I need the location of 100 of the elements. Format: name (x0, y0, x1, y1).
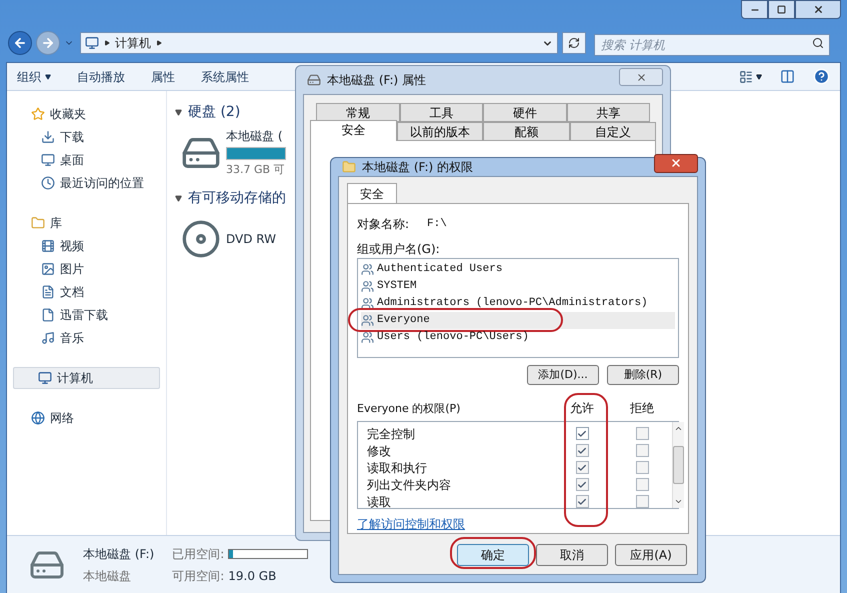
drive-icon (307, 73, 321, 87)
user-group-icon (361, 263, 374, 276)
breadcrumb-arrow-icon (104, 40, 110, 46)
nav-item-icon (41, 330, 55, 344)
scrollbar[interactable] (672, 422, 684, 508)
toolbar-button[interactable]: 组织 (17, 68, 51, 86)
tab[interactable]: 配额 (483, 122, 570, 141)
checkbox[interactable] (576, 478, 588, 491)
computer-icon (85, 36, 99, 50)
nav-group-item[interactable]: 网络 (7, 407, 166, 429)
nav-item-icon (41, 262, 55, 276)
close-icon (812, 4, 824, 15)
drive-name: DVD RW (226, 231, 276, 248)
dvd-drive-icon (181, 219, 221, 259)
help-link[interactable]: 了解访问控制和权限 (357, 515, 465, 533)
scroll-down-icon[interactable] (674, 497, 683, 506)
toolbar-button[interactable]: 自动播放 (77, 68, 125, 86)
dialog-button[interactable]: 删除(R) (607, 365, 679, 385)
dialog-button[interactable]: 取消 (536, 544, 608, 566)
close-button[interactable] (795, 0, 841, 19)
nav-group-item[interactable]: 库 (7, 212, 166, 234)
user-list-item[interactable]: Users (lenovo-PC\Users) (361, 329, 675, 346)
nav-item[interactable]: 最近访问的位置 (7, 171, 166, 194)
view-options-button[interactable] (739, 70, 762, 84)
nav-item-icon (41, 176, 55, 190)
user-list-item[interactable]: Authenticated Users (361, 261, 675, 278)
permission-name: 完全控制 (367, 426, 416, 442)
checkbox[interactable] (576, 495, 588, 508)
dialog-button[interactable]: 确定 (457, 544, 529, 566)
column-header: 允许 (570, 401, 594, 415)
dialog-button[interactable]: 添加(D)... (527, 365, 599, 385)
user-group-icon (361, 314, 374, 327)
nav-item-icon (41, 238, 55, 252)
caret-icon (756, 74, 762, 80)
nav-item[interactable]: 图片 (7, 257, 166, 280)
user-list-item[interactable]: Everyone (361, 312, 675, 329)
tab[interactable]: 共享 (566, 103, 650, 122)
tab[interactable]: 安全 (347, 183, 397, 204)
tab[interactable]: 安全 (310, 120, 396, 141)
permission-name: 修改 (367, 442, 392, 460)
used-space-label: 已用空间: (172, 546, 224, 562)
tab[interactable]: 以前的版本 (396, 122, 483, 141)
nav-item[interactable]: 音乐 (7, 326, 166, 349)
help-icon[interactable] (813, 68, 830, 85)
search-icon (812, 37, 824, 49)
object-name-label: 对象名称: (357, 216, 410, 233)
free-space-label: 可用空间: (172, 568, 224, 584)
scroll-up-icon[interactable] (674, 424, 683, 433)
user-list-item[interactable]: SYSTEM (361, 278, 675, 295)
maximize-button[interactable] (768, 0, 795, 19)
minimize-button[interactable] (741, 0, 768, 19)
user-group-icon (361, 297, 374, 310)
checkbox[interactable] (576, 427, 588, 440)
dialog-title: 本地磁盘 (F:) 属性 (327, 72, 426, 89)
checkbox[interactable] (636, 461, 648, 474)
checkbox[interactable] (576, 444, 588, 457)
dialog-button[interactable]: 应用(A) (615, 544, 687, 566)
drive-name: 本地磁盘 (F:) (83, 546, 154, 562)
address-bar[interactable]: 计算机 (80, 32, 558, 54)
tab[interactable]: 自定义 (570, 122, 656, 141)
back-button[interactable] (8, 31, 32, 55)
user-list-item[interactable]: Administrators (lenovo-PC\Administrators) (361, 295, 675, 312)
tab[interactable]: 硬件 (483, 103, 566, 122)
search-field[interactable]: 搜索 计算机 (594, 34, 830, 56)
toolbar-button[interactable]: 属性 (151, 68, 175, 86)
nav-item-icon (41, 284, 55, 298)
close-button[interactable] (654, 154, 698, 172)
checkbox[interactable] (636, 478, 648, 491)
close-icon (670, 157, 682, 169)
user-group-icon (361, 280, 374, 293)
refresh-button[interactable] (562, 32, 586, 54)
free-space-value: 19.0 GB (228, 568, 276, 584)
checkbox[interactable] (636, 427, 648, 440)
nav-item[interactable]: 迅雷下载 (7, 303, 166, 326)
nav-item-icon (41, 308, 55, 322)
checkbox[interactable] (636, 444, 648, 457)
toolbar-button[interactable]: 系统属性 (201, 68, 249, 86)
nav-item[interactable]: 视频 (7, 234, 166, 257)
nav-group-icon (31, 107, 45, 121)
nav-group-item[interactable]: 收藏夹 (7, 103, 166, 125)
permission-name: 列出文件夹内容 (367, 476, 452, 494)
nav-group-icon (38, 371, 52, 385)
preview-pane-icon[interactable] (780, 69, 795, 84)
nav-item[interactable]: 下载 (7, 125, 166, 148)
nav-group-item[interactable]: 计算机 (13, 367, 160, 389)
section-heading: 有可移动存储的 (188, 188, 286, 208)
user-group-icon (361, 331, 374, 344)
drive-type: 本地磁盘 (83, 568, 132, 584)
tab[interactable]: 工具 (400, 103, 483, 122)
nav-item[interactable]: 桌面 (7, 148, 166, 171)
tab[interactable]: 常规 (316, 103, 400, 122)
scroll-thumb[interactable] (673, 446, 684, 484)
section-toggle-icon[interactable] (175, 108, 182, 116)
checkbox[interactable] (636, 495, 648, 508)
checkbox[interactable] (576, 461, 588, 474)
forward-arrow-icon (41, 36, 55, 50)
permission-name: 读取 (367, 494, 392, 510)
nav-item[interactable]: 文档 (7, 280, 166, 303)
section-toggle-icon[interactable] (175, 194, 182, 202)
breadcrumb-item[interactable]: 计算机 (115, 34, 151, 52)
